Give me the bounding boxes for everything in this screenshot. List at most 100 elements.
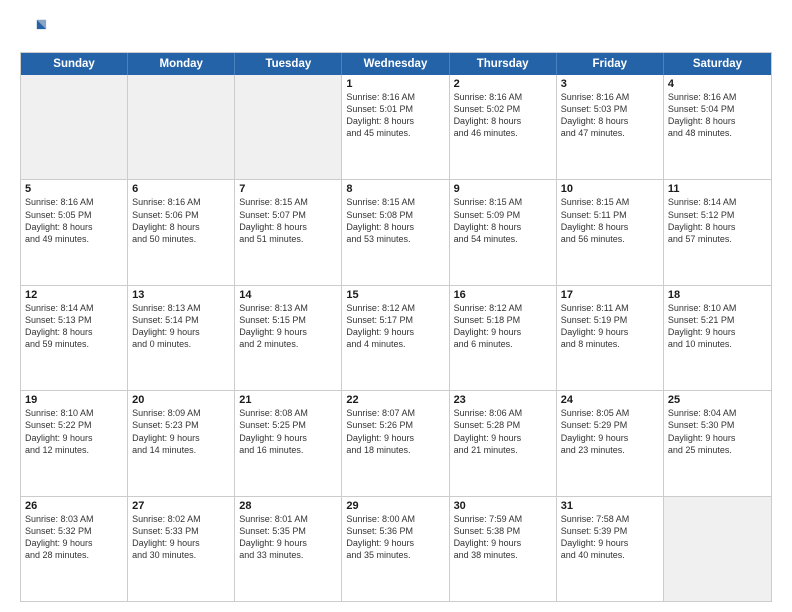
day-number: 9	[454, 183, 552, 195]
day-cell-3: 3Sunrise: 8:16 AM Sunset: 5:03 PM Daylig…	[557, 75, 664, 179]
day-number: 23	[454, 394, 552, 406]
day-cell-21: 21Sunrise: 8:08 AM Sunset: 5:25 PM Dayli…	[235, 391, 342, 495]
header-day-friday: Friday	[557, 53, 664, 75]
day-info: Sunrise: 8:15 AM Sunset: 5:11 PM Dayligh…	[561, 196, 659, 245]
day-number: 3	[561, 78, 659, 90]
day-number: 11	[668, 183, 767, 195]
header-day-saturday: Saturday	[664, 53, 771, 75]
day-number: 13	[132, 289, 230, 301]
day-info: Sunrise: 8:05 AM Sunset: 5:29 PM Dayligh…	[561, 407, 659, 456]
day-number: 25	[668, 394, 767, 406]
day-number: 26	[25, 500, 123, 512]
day-info: Sunrise: 8:16 AM Sunset: 5:01 PM Dayligh…	[346, 91, 444, 140]
calendar-week-5: 26Sunrise: 8:03 AM Sunset: 5:32 PM Dayli…	[21, 496, 771, 601]
day-info: Sunrise: 8:13 AM Sunset: 5:14 PM Dayligh…	[132, 302, 230, 351]
header-day-sunday: Sunday	[21, 53, 128, 75]
day-number: 24	[561, 394, 659, 406]
day-info: Sunrise: 8:06 AM Sunset: 5:28 PM Dayligh…	[454, 407, 552, 456]
day-number: 6	[132, 183, 230, 195]
calendar-week-3: 12Sunrise: 8:14 AM Sunset: 5:13 PM Dayli…	[21, 285, 771, 390]
day-number: 21	[239, 394, 337, 406]
day-info: Sunrise: 8:14 AM Sunset: 5:13 PM Dayligh…	[25, 302, 123, 351]
day-number: 17	[561, 289, 659, 301]
day-cell-19: 19Sunrise: 8:10 AM Sunset: 5:22 PM Dayli…	[21, 391, 128, 495]
logo-icon	[20, 16, 48, 44]
day-cell-12: 12Sunrise: 8:14 AM Sunset: 5:13 PM Dayli…	[21, 286, 128, 390]
day-info: Sunrise: 8:16 AM Sunset: 5:04 PM Dayligh…	[668, 91, 767, 140]
day-number: 19	[25, 394, 123, 406]
day-number: 4	[668, 78, 767, 90]
empty-cell	[235, 75, 342, 179]
day-number: 2	[454, 78, 552, 90]
calendar-body: 1Sunrise: 8:16 AM Sunset: 5:01 PM Daylig…	[21, 75, 771, 601]
day-number: 30	[454, 500, 552, 512]
day-cell-6: 6Sunrise: 8:16 AM Sunset: 5:06 PM Daylig…	[128, 180, 235, 284]
day-number: 22	[346, 394, 444, 406]
day-number: 8	[346, 183, 444, 195]
day-info: Sunrise: 7:59 AM Sunset: 5:38 PM Dayligh…	[454, 513, 552, 562]
day-number: 29	[346, 500, 444, 512]
day-cell-13: 13Sunrise: 8:13 AM Sunset: 5:14 PM Dayli…	[128, 286, 235, 390]
day-cell-8: 8Sunrise: 8:15 AM Sunset: 5:08 PM Daylig…	[342, 180, 449, 284]
day-number: 18	[668, 289, 767, 301]
day-number: 7	[239, 183, 337, 195]
calendar-week-2: 5Sunrise: 8:16 AM Sunset: 5:05 PM Daylig…	[21, 179, 771, 284]
day-number: 28	[239, 500, 337, 512]
header-day-wednesday: Wednesday	[342, 53, 449, 75]
day-cell-20: 20Sunrise: 8:09 AM Sunset: 5:23 PM Dayli…	[128, 391, 235, 495]
day-cell-28: 28Sunrise: 8:01 AM Sunset: 5:35 PM Dayli…	[235, 497, 342, 601]
empty-cell	[664, 497, 771, 601]
day-cell-23: 23Sunrise: 8:06 AM Sunset: 5:28 PM Dayli…	[450, 391, 557, 495]
day-number: 10	[561, 183, 659, 195]
day-number: 14	[239, 289, 337, 301]
day-info: Sunrise: 8:00 AM Sunset: 5:36 PM Dayligh…	[346, 513, 444, 562]
day-info: Sunrise: 8:02 AM Sunset: 5:33 PM Dayligh…	[132, 513, 230, 562]
header-day-thursday: Thursday	[450, 53, 557, 75]
day-info: Sunrise: 8:11 AM Sunset: 5:19 PM Dayligh…	[561, 302, 659, 351]
day-number: 16	[454, 289, 552, 301]
day-cell-9: 9Sunrise: 8:15 AM Sunset: 5:09 PM Daylig…	[450, 180, 557, 284]
day-number: 5	[25, 183, 123, 195]
day-info: Sunrise: 8:15 AM Sunset: 5:08 PM Dayligh…	[346, 196, 444, 245]
day-info: Sunrise: 8:16 AM Sunset: 5:05 PM Dayligh…	[25, 196, 123, 245]
day-number: 1	[346, 78, 444, 90]
day-cell-15: 15Sunrise: 8:12 AM Sunset: 5:17 PM Dayli…	[342, 286, 449, 390]
day-number: 15	[346, 289, 444, 301]
day-info: Sunrise: 8:10 AM Sunset: 5:22 PM Dayligh…	[25, 407, 123, 456]
day-info: Sunrise: 8:16 AM Sunset: 5:06 PM Dayligh…	[132, 196, 230, 245]
day-cell-24: 24Sunrise: 8:05 AM Sunset: 5:29 PM Dayli…	[557, 391, 664, 495]
day-cell-14: 14Sunrise: 8:13 AM Sunset: 5:15 PM Dayli…	[235, 286, 342, 390]
header-day-tuesday: Tuesday	[235, 53, 342, 75]
day-cell-26: 26Sunrise: 8:03 AM Sunset: 5:32 PM Dayli…	[21, 497, 128, 601]
day-cell-30: 30Sunrise: 7:59 AM Sunset: 5:38 PM Dayli…	[450, 497, 557, 601]
day-info: Sunrise: 8:16 AM Sunset: 5:03 PM Dayligh…	[561, 91, 659, 140]
day-info: Sunrise: 8:10 AM Sunset: 5:21 PM Dayligh…	[668, 302, 767, 351]
day-cell-10: 10Sunrise: 8:15 AM Sunset: 5:11 PM Dayli…	[557, 180, 664, 284]
day-cell-11: 11Sunrise: 8:14 AM Sunset: 5:12 PM Dayli…	[664, 180, 771, 284]
day-info: Sunrise: 8:04 AM Sunset: 5:30 PM Dayligh…	[668, 407, 767, 456]
day-info: Sunrise: 8:15 AM Sunset: 5:07 PM Dayligh…	[239, 196, 337, 245]
day-info: Sunrise: 8:08 AM Sunset: 5:25 PM Dayligh…	[239, 407, 337, 456]
day-info: Sunrise: 8:01 AM Sunset: 5:35 PM Dayligh…	[239, 513, 337, 562]
day-cell-31: 31Sunrise: 7:58 AM Sunset: 5:39 PM Dayli…	[557, 497, 664, 601]
day-cell-1: 1Sunrise: 8:16 AM Sunset: 5:01 PM Daylig…	[342, 75, 449, 179]
calendar: SundayMondayTuesdayWednesdayThursdayFrid…	[20, 52, 772, 602]
day-number: 27	[132, 500, 230, 512]
day-info: Sunrise: 8:03 AM Sunset: 5:32 PM Dayligh…	[25, 513, 123, 562]
day-info: Sunrise: 8:16 AM Sunset: 5:02 PM Dayligh…	[454, 91, 552, 140]
day-cell-5: 5Sunrise: 8:16 AM Sunset: 5:05 PM Daylig…	[21, 180, 128, 284]
day-cell-18: 18Sunrise: 8:10 AM Sunset: 5:21 PM Dayli…	[664, 286, 771, 390]
day-info: Sunrise: 8:13 AM Sunset: 5:15 PM Dayligh…	[239, 302, 337, 351]
day-cell-22: 22Sunrise: 8:07 AM Sunset: 5:26 PM Dayli…	[342, 391, 449, 495]
calendar-week-1: 1Sunrise: 8:16 AM Sunset: 5:01 PM Daylig…	[21, 75, 771, 179]
day-info: Sunrise: 8:09 AM Sunset: 5:23 PM Dayligh…	[132, 407, 230, 456]
day-info: Sunrise: 8:15 AM Sunset: 5:09 PM Dayligh…	[454, 196, 552, 245]
day-cell-2: 2Sunrise: 8:16 AM Sunset: 5:02 PM Daylig…	[450, 75, 557, 179]
calendar-week-4: 19Sunrise: 8:10 AM Sunset: 5:22 PM Dayli…	[21, 390, 771, 495]
day-number: 20	[132, 394, 230, 406]
logo	[20, 16, 52, 44]
empty-cell	[21, 75, 128, 179]
day-info: Sunrise: 8:12 AM Sunset: 5:17 PM Dayligh…	[346, 302, 444, 351]
day-cell-29: 29Sunrise: 8:00 AM Sunset: 5:36 PM Dayli…	[342, 497, 449, 601]
day-info: Sunrise: 8:12 AM Sunset: 5:18 PM Dayligh…	[454, 302, 552, 351]
